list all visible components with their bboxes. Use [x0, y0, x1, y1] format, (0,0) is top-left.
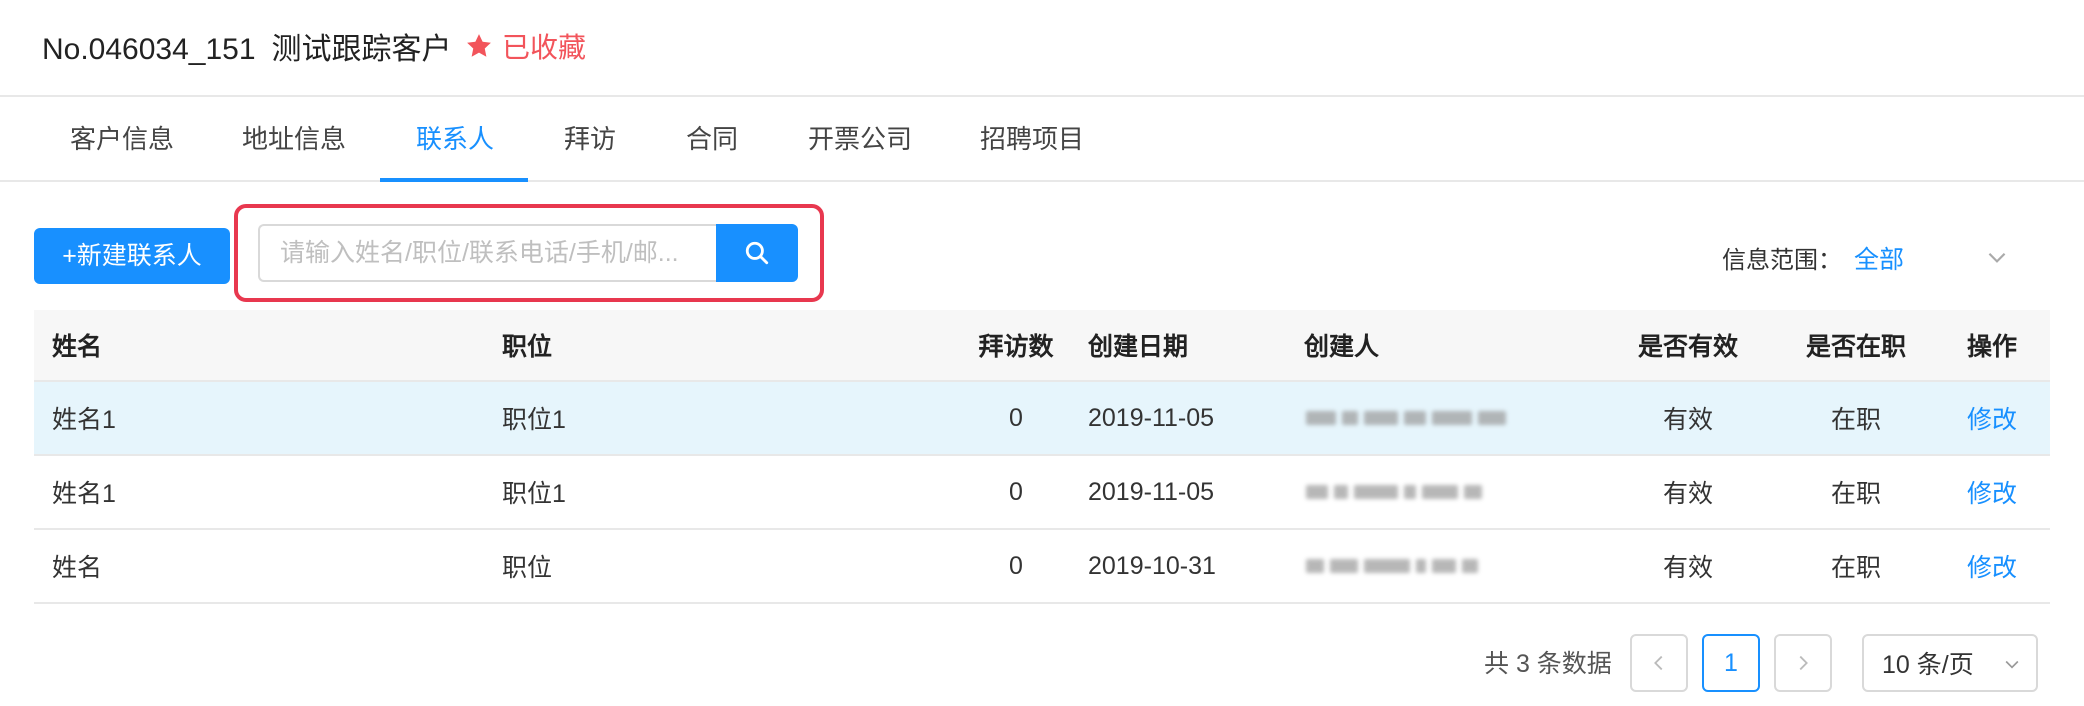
customer-code: No.046034_151: [42, 33, 256, 66]
chevron-down-icon: [1988, 252, 2006, 263]
tab-customer-info[interactable]: 客户信息: [70, 98, 174, 182]
cell-position: 职位1: [502, 406, 566, 434]
pagination: 共 3 条数据 1 10 条/页: [0, 630, 2084, 692]
scope-select[interactable]: 全部: [1854, 232, 2024, 276]
cell-created-date: 2019-10-31: [1088, 551, 1216, 580]
table-row[interactable]: 姓名 职位 0 2019-10-31 有效 在职 修改: [34, 530, 2050, 604]
column-header-creator: 创建人: [1304, 333, 1380, 361]
cell-name: 姓名1: [52, 406, 116, 434]
cell-position: 职位: [502, 554, 553, 582]
tab-visits[interactable]: 拜访: [564, 98, 616, 182]
table-row[interactable]: 姓名1 职位1 0 2019-11-05 有效 在职 修改: [34, 456, 2050, 530]
cell-employed: 在职: [1830, 406, 1881, 434]
tab-bar: 客户信息 地址信息 联系人 拜访 合同 开票公司 招聘项目: [0, 98, 2084, 182]
prev-page-button[interactable]: [1630, 634, 1688, 692]
scope-value: 全部: [1854, 246, 1905, 274]
cell-creator-redacted: [1306, 530, 1478, 602]
cell-position: 职位1: [502, 480, 566, 508]
total-count: 共 3 条数据: [1484, 650, 1612, 678]
new-contact-button[interactable]: +新建联系人: [34, 228, 230, 284]
cell-name: 姓名: [52, 554, 103, 582]
cell-valid: 有效: [1662, 554, 1713, 582]
page-size-select[interactable]: 10 条/页: [1862, 634, 2038, 692]
column-header-employed: 是否在职: [1805, 333, 1906, 361]
cell-valid: 有效: [1662, 406, 1713, 434]
cell-visits: 0: [1009, 477, 1023, 506]
cell-valid: 有效: [1662, 480, 1713, 508]
page-title: No.046034_151 测试跟踪客户: [42, 24, 452, 68]
table-header: 姓名 职位 拜访数 创建日期 创建人 是否有效 是否在职 操作: [34, 310, 2050, 382]
tab-recruitment-projects[interactable]: 招聘项目: [980, 98, 1084, 182]
active-tab-indicator: [380, 178, 528, 182]
page-button-current[interactable]: 1: [1702, 634, 1760, 692]
chevron-left-icon: [1654, 655, 1663, 671]
cell-creator-redacted: [1306, 456, 1482, 528]
table-row[interactable]: 姓名1 职位1 0 2019-11-05 有效 在职 修改: [34, 382, 2050, 456]
column-header-valid: 是否有效: [1637, 333, 1738, 361]
search-icon: [745, 241, 769, 265]
cell-created-date: 2019-11-05: [1088, 477, 1215, 506]
column-header-name: 姓名: [52, 333, 103, 361]
scope-label: 信息范围：: [1722, 247, 1842, 274]
column-header-position: 职位: [502, 333, 553, 361]
search-input[interactable]: [258, 224, 718, 282]
cell-name: 姓名1: [52, 480, 116, 508]
customer-name: 测试跟踪客户: [271, 33, 452, 66]
page-header: No.046034_151 测试跟踪客户 已收藏: [0, 0, 2084, 97]
page-size-value: 10 条/页: [1882, 651, 1974, 679]
chevron-down-icon: [2005, 660, 2019, 669]
tab-contracts[interactable]: 合同: [686, 98, 738, 182]
star-icon: [467, 34, 491, 57]
favorite-label: 已收藏: [502, 32, 587, 63]
column-header-actions: 操作: [1966, 333, 2017, 361]
cell-visits: 0: [1009, 551, 1023, 580]
edit-link[interactable]: 修改: [1944, 456, 2040, 528]
tab-invoice-company[interactable]: 开票公司: [808, 98, 912, 182]
edit-link[interactable]: 修改: [1944, 382, 2040, 454]
contacts-table: 姓名 职位 拜访数 创建日期 创建人 是否有效 是否在职 操作 姓名1 职位1 …: [34, 310, 2050, 604]
chevron-right-icon: [1799, 655, 1808, 671]
edit-link[interactable]: 修改: [1944, 530, 2040, 602]
column-header-visits: 拜访数: [978, 333, 1054, 361]
favorite-toggle[interactable]: 已收藏: [464, 26, 586, 66]
cell-employed: 在职: [1830, 480, 1881, 508]
cell-visits: 0: [1009, 403, 1023, 432]
tab-contacts[interactable]: 联系人: [416, 98, 494, 182]
cell-created-date: 2019-11-05: [1088, 403, 1215, 432]
next-page-button[interactable]: [1774, 634, 1832, 692]
tab-address-info[interactable]: 地址信息: [242, 98, 346, 182]
cell-employed: 在职: [1830, 554, 1881, 582]
cell-creator-redacted: [1306, 382, 1506, 454]
search-button[interactable]: [716, 224, 798, 282]
column-header-created-date: 创建日期: [1088, 333, 1189, 361]
